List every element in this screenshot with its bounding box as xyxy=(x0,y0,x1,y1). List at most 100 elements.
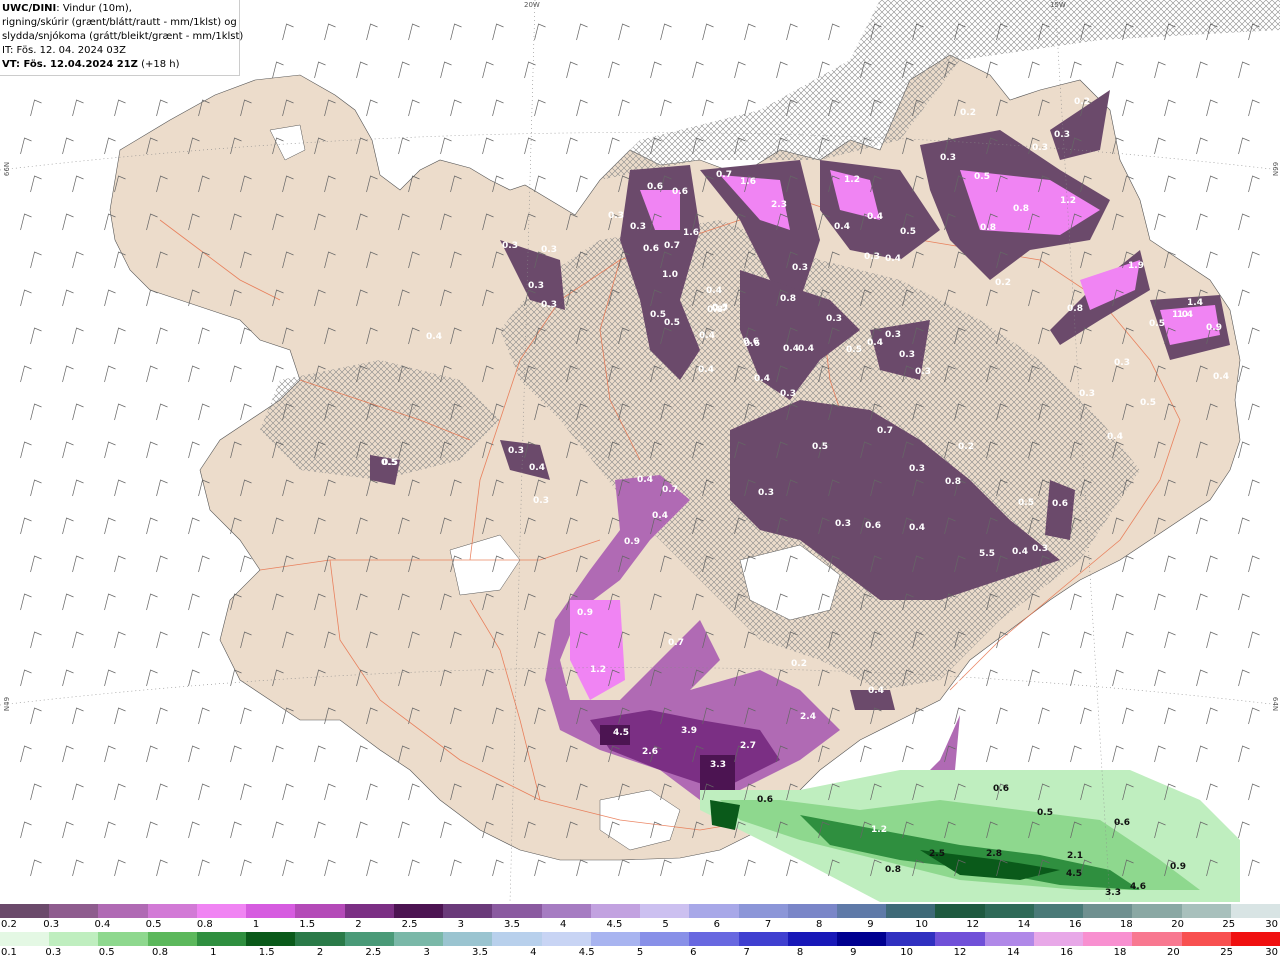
lat-label-64n-right: 64N xyxy=(1271,696,1280,712)
snowfall-value-label: 1.4 xyxy=(1187,298,1203,308)
snow-legend-tick-label: 2 xyxy=(355,919,362,930)
snowfall-value-label: 0.2 xyxy=(960,108,976,118)
snowfall-value-label: 1.0 xyxy=(662,270,678,280)
rain-legend-tick-label: 9 xyxy=(850,947,857,958)
rain-legend-tick-label: 5 xyxy=(636,947,644,958)
snow-legend-swatch xyxy=(443,904,493,918)
snowfall-value-label: 0.6 xyxy=(672,187,688,197)
rain-legend-swatch xyxy=(295,932,345,946)
snowfall-value-label: 0.3 xyxy=(780,389,796,399)
rain-legend-swatch xyxy=(246,932,296,946)
snowfall-value-label: 2.6 xyxy=(642,747,658,757)
snowfall-value-label: 0.4 xyxy=(783,344,799,354)
snow-legend-tick-label: 7 xyxy=(764,919,772,930)
snowfall-value-label: 0.3 xyxy=(533,496,549,506)
snow-legend-tick-label: 18 xyxy=(1120,919,1133,930)
lat-label-64n-left: N49 xyxy=(3,696,12,712)
rainfall-value-label: 0.6 xyxy=(757,795,773,805)
snow-legend-tick-label: 0.5 xyxy=(145,919,162,930)
lat-label-66n-right: 66N xyxy=(1271,161,1280,177)
snowfall-value-label: 0.3 xyxy=(885,330,901,340)
snow-legend-tick-label: 8 xyxy=(816,919,823,930)
snowfall-value-label: 0.4 xyxy=(426,332,442,342)
rainfall-value-label: 3.3 xyxy=(1105,888,1121,898)
rain-legend-swatch xyxy=(1033,932,1084,946)
rain-legend-tick-label: 8 xyxy=(796,947,804,958)
rain-legend-tick-label: 18 xyxy=(1113,947,1127,958)
snowfall-value-label: 0.5 xyxy=(846,345,862,355)
rain-legend-tick-label: 30 xyxy=(1265,947,1278,958)
rain-legend-swatch xyxy=(640,932,690,946)
snowfall-value-label: 0.3 xyxy=(899,350,915,360)
snow-legend-swatch xyxy=(1132,904,1182,918)
snowfall-value-label: 0.3 xyxy=(1054,130,1070,140)
snowfall-value-label: 1.2 xyxy=(1060,196,1076,206)
snowfall-value-label: 0.3 xyxy=(826,314,842,324)
snowfall-value-label: 0.5 xyxy=(1149,319,1165,329)
snowfall-value-label: 0.8 xyxy=(1013,204,1029,214)
snowfall-value-label: 0.4 xyxy=(1012,547,1028,557)
rain-legend-tick-label: 0.1 xyxy=(1,947,17,958)
snow-legend-swatch xyxy=(984,904,1034,918)
snowfall-value-label: 0.4 xyxy=(754,374,770,384)
rain-legend-swatch xyxy=(541,932,591,946)
rain-legend-tick-label: 1.5 xyxy=(258,947,275,958)
map-title-box: UWC/DINI: Vindur (10m), rigning/skúrir (… xyxy=(0,0,244,76)
rain-legend-swatch xyxy=(787,932,837,946)
rain-legend-tick-label: 1 xyxy=(210,947,217,958)
snow-legend-swatch xyxy=(541,904,591,918)
rain-legend-tick-label: 25 xyxy=(1220,947,1234,958)
snowfall-value-label: 1.4 xyxy=(1177,310,1193,320)
snow-legend-swatch xyxy=(1181,904,1231,918)
snow-legend-swatch xyxy=(0,904,50,918)
snowfall-value-label: 0.2 xyxy=(995,278,1011,288)
snowfall-value-label: 0.5 xyxy=(382,458,398,468)
snowfall-value-label: 0.3 xyxy=(792,263,808,273)
rain-legend-tick-label: 4 xyxy=(530,947,537,958)
rain-legend: 0.1 0.3 0.5 0.8 1 1.5 2 2.5 3 3.5 4 4.5 5 6 7 8 9 10 12 14 1… xyxy=(0,932,1280,960)
rain-legend-swatch xyxy=(836,932,887,946)
snowfall-value-label: 0.3 xyxy=(528,281,544,291)
snow-legend-tick-label: 0.8 xyxy=(196,919,213,930)
snowfall-value-label: 0.4 xyxy=(867,212,883,222)
snowfall-value-label: 0.3 xyxy=(1079,389,1095,399)
snow-legend-colorbar xyxy=(0,904,1280,918)
rain-legend-colorbar xyxy=(0,932,1280,946)
snow-legend-tick-label: 16 xyxy=(1068,919,1082,930)
rain-legend-tick-label: 16 xyxy=(1060,947,1074,958)
rain-legend-tick-label: 14 xyxy=(1006,947,1020,958)
rain-legend-swatch xyxy=(1181,932,1231,946)
snowfall-value-label: 0.5 xyxy=(1140,398,1156,408)
snowfall-value-label: 0.7 xyxy=(877,426,893,436)
snowfall-value-label: 0.3 xyxy=(630,222,646,232)
snow-legend-swatch xyxy=(836,904,887,918)
snow-legend-swatch xyxy=(738,904,788,918)
rain-legend-swatch xyxy=(443,932,493,946)
snowfall-value-label: 3.3 xyxy=(710,760,726,770)
snowfall-value-label: 0.3 xyxy=(502,241,518,251)
snowfall-value-label: 2.4 xyxy=(800,712,816,722)
snow-legend-swatch xyxy=(886,904,936,918)
rainfall-value-label: 4.6 xyxy=(1130,882,1146,892)
snowfall-value-label: 0.3 xyxy=(909,464,925,474)
snowfall-value-label: 0.7 xyxy=(664,241,680,251)
snowfall-value-label: 0.3 xyxy=(835,519,851,529)
rain-legend-swatch xyxy=(689,932,739,946)
issue-time: IT: Fös. 12. 04. 2024 03Z xyxy=(2,45,126,56)
snow-legend-swatch xyxy=(246,904,296,918)
snowfall-value-label: 4.5 xyxy=(613,728,629,738)
snowfall-value-label: 0.6 xyxy=(865,521,881,531)
rain-legend-swatch xyxy=(984,932,1034,946)
rainfall-value-label: 0.6 xyxy=(993,784,1009,794)
valid-time: VT: Fös. 12.04.2024 21Z (+18 h) xyxy=(2,58,239,72)
title-line-3: slydda/snjókoma (grátt/bleikt/grænt - mm… xyxy=(2,31,244,42)
snowfall-value-label: 0.5 xyxy=(812,442,828,452)
snowfall-value-label: 0.4 xyxy=(798,344,814,354)
rain-legend-swatch xyxy=(935,932,985,946)
rainfall-value-label: 4.5 xyxy=(1066,869,1082,879)
snowfall-value-label: 0.2 xyxy=(958,442,974,452)
snow-legend-tick-label: 10 xyxy=(915,919,928,930)
snowfall-value-label: 0.9 xyxy=(577,608,593,618)
snowfall-value-label: 0.3 xyxy=(608,211,624,221)
snow-legend-swatch xyxy=(787,904,837,918)
